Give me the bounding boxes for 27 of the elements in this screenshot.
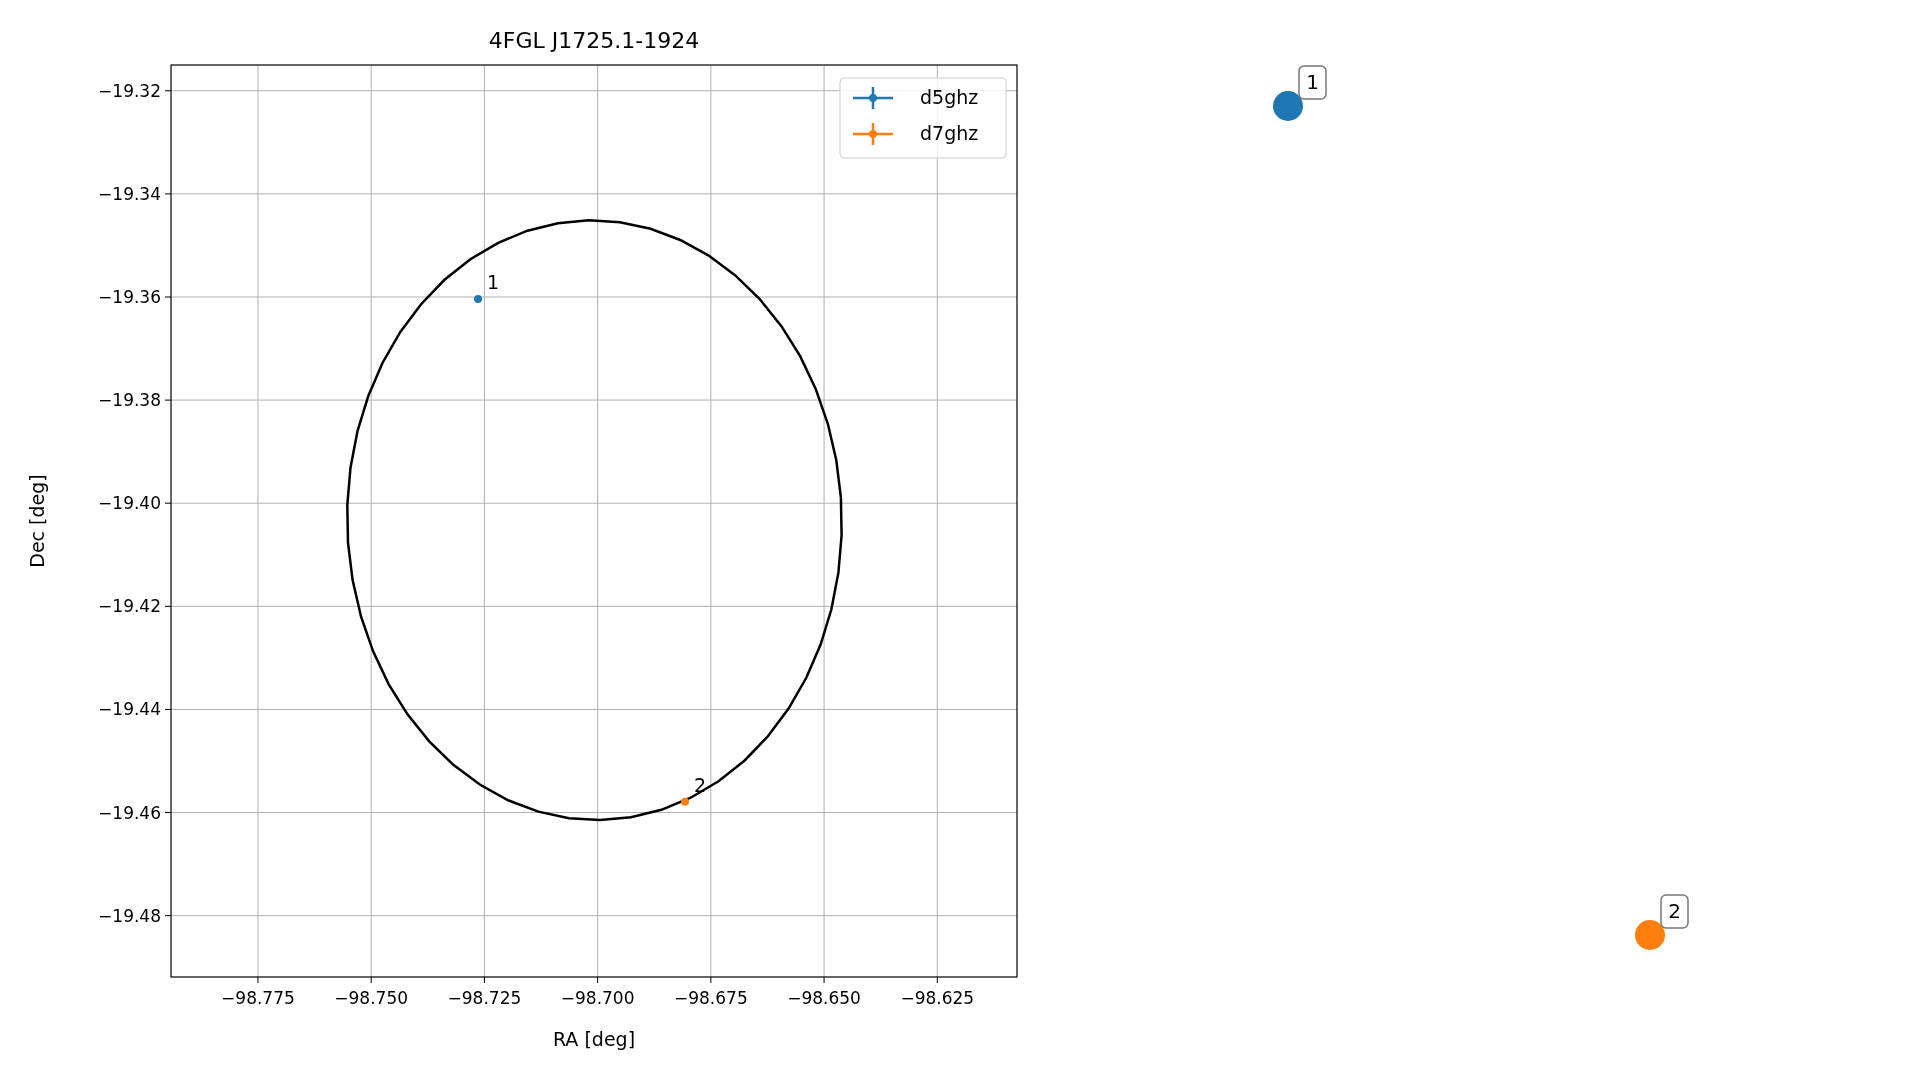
tick-label: −98.750 [334,988,409,1008]
tick-label: −98.675 [674,988,748,1008]
legend-label: d7ghz [920,122,979,144]
tick-label: −19.44 [98,699,161,720]
tick-label: −98.725 [447,988,522,1008]
marker-label: 1 [1306,70,1319,94]
chart-title: 4FGL J1725.1-1924 [488,28,700,53]
point-label: 1 [487,271,500,294]
label-box [1298,65,1327,100]
label-box [1660,894,1689,929]
tick-label: −19.36 [98,287,161,307]
tick-label: −98.775 [221,988,295,1008]
tick-label: −19.38 [98,390,161,411]
tick-label: −19.48 [98,905,161,926]
x-axis-label: RA [deg] [552,1028,636,1050]
tick-label: −19.46 [98,802,161,823]
tick-label: −98.650 [787,988,861,1008]
tick-label: −19.32 [98,80,161,101]
tick-label: −98.625 [900,988,975,1008]
point-label: 2 [694,773,707,796]
tick-label: −19.34 [98,183,161,204]
marker-label: 2 [1668,899,1681,923]
tick-label: −98.700 [560,988,635,1008]
tick-label: −19.42 [98,596,161,617]
tick-label: −19.40 [98,493,161,514]
y-axis-label: Dec [deg] [26,474,48,568]
legend-label: d5ghz [920,86,979,108]
